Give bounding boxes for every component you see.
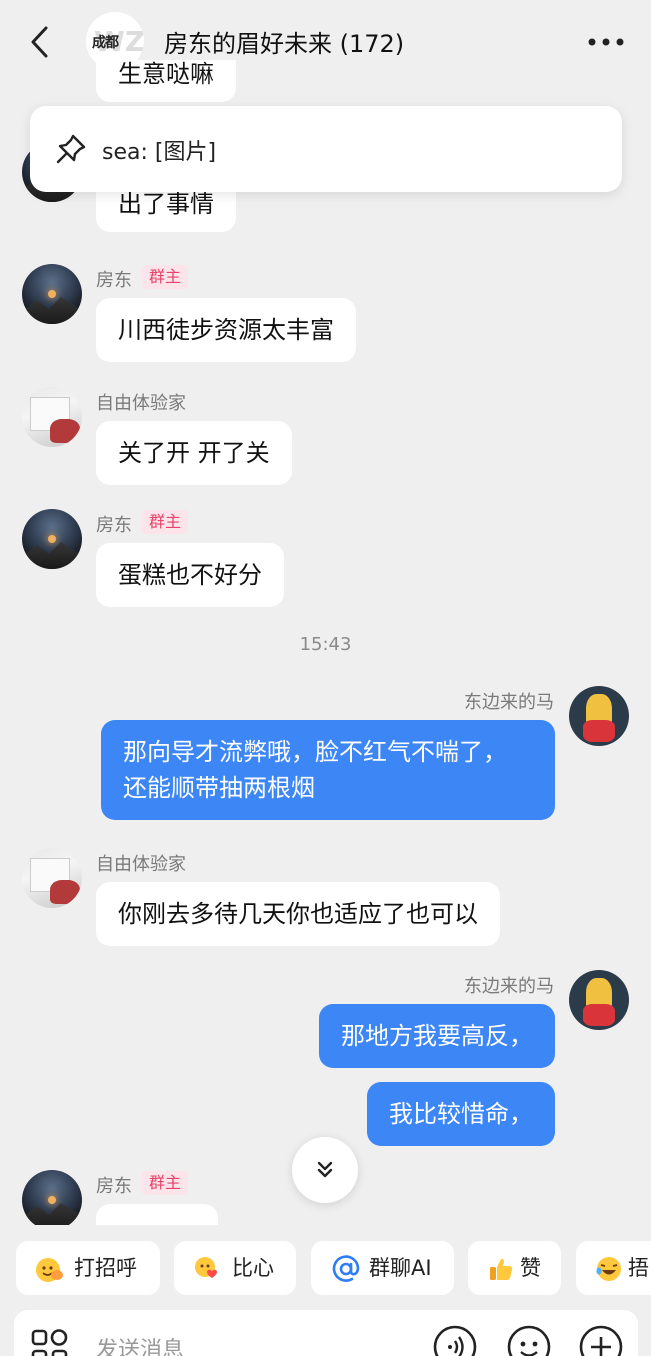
- quick-action-laugh[interactable]: 捂: [576, 1241, 651, 1295]
- owner-badge: 群主: [142, 265, 189, 289]
- thumbs-up-icon: [490, 1258, 513, 1280]
- message-input[interactable]: 发送消息: [96, 1332, 184, 1356]
- quick-action-label: 赞: [520, 1256, 541, 1280]
- avatar[interactable]: [22, 1170, 82, 1225]
- avatar[interactable]: [569, 970, 629, 1030]
- scroll-to-bottom-button[interactable]: [292, 1137, 358, 1203]
- message-bubble[interactable]: 生意哒嘛: [96, 60, 236, 102]
- quick-action-label: 比心: [232, 1256, 274, 1280]
- quick-action-heart[interactable]: 比心: [174, 1241, 296, 1295]
- sender-name: 房东: [96, 515, 132, 536]
- message-line: 还能顺带抽两根烟: [123, 774, 315, 802]
- sender-name: 自由体验家: [96, 854, 186, 875]
- laugh-cry-emoji-icon: [596, 1257, 621, 1281]
- avatar[interactable]: [22, 848, 82, 908]
- quick-reply-bar: 打招呼 比心 群聊AI 赞 捂: [0, 1236, 651, 1300]
- message-input-bar: 发送消息: [14, 1310, 638, 1356]
- my-message-bubble[interactable]: 那向导才流弊哦，脸不红气不喘了， 还能顺带抽两根烟: [101, 720, 555, 820]
- owner-badge: 群主: [142, 510, 189, 534]
- chat-title[interactable]: 房东的眉好未来 (172): [164, 24, 404, 59]
- owner-badge: 群主: [142, 1171, 189, 1195]
- message-bubble[interactable]: 川西徒步资源太丰富: [96, 298, 356, 362]
- plus-icon[interactable]: [578, 1324, 624, 1356]
- double-chevron-down-icon: [317, 1161, 333, 1178]
- sender-name: 东边来的马: [464, 692, 554, 713]
- emoji-icon[interactable]: [506, 1324, 552, 1356]
- message-bubble[interactable]: 你刚去多待几天你也适应了也可以: [96, 882, 500, 946]
- pin-icon: [56, 134, 86, 164]
- sender-name: 自由体验家: [96, 393, 186, 414]
- quick-action-label: 打招呼: [74, 1256, 137, 1280]
- quick-action-like[interactable]: 赞: [468, 1241, 561, 1295]
- sender-name: 房东: [96, 1176, 132, 1197]
- voice-icon[interactable]: [432, 1324, 478, 1356]
- quick-action-group-ai[interactable]: 群聊AI: [311, 1241, 454, 1295]
- my-message-bubble[interactable]: 我比较惜命，: [367, 1082, 555, 1146]
- group-logo-text: 成都: [92, 35, 119, 51]
- message-bubble[interactable]: 关了开 开了关: [96, 421, 292, 485]
- message-bubble[interactable]: [96, 1204, 218, 1225]
- sender-name: 房东: [96, 270, 132, 291]
- avatar[interactable]: [22, 509, 82, 569]
- at-icon: [332, 1255, 360, 1282]
- pinned-text: sea: [图片]: [102, 140, 217, 165]
- message-line: 那向导才流弊哦，脸不红气不喘了，: [123, 738, 507, 766]
- heart-hand-emoji-icon: [195, 1257, 217, 1278]
- sender-name: 东边来的马: [464, 976, 554, 997]
- wave-emoji-icon: [36, 1258, 63, 1282]
- avatar[interactable]: [22, 264, 82, 324]
- my-message-bubble[interactable]: 那地方我要高反，: [319, 1004, 555, 1068]
- more-dots-icon[interactable]: [584, 28, 628, 56]
- quick-action-label: 群聊AI: [369, 1256, 432, 1280]
- apps-grid-icon[interactable]: [30, 1328, 70, 1356]
- chevron-left-icon[interactable]: [24, 22, 56, 62]
- quick-action-label: 捂: [628, 1256, 649, 1280]
- pinned-message-card[interactable]: sea: [图片]: [30, 106, 622, 192]
- quick-action-greet[interactable]: 打招呼: [16, 1241, 160, 1295]
- message-list[interactable]: 生意哒嘛 出了事情 房东 群主 川西徒步资源太丰富 自由体验家 关了开 开了关 …: [0, 60, 651, 1225]
- avatar[interactable]: [22, 387, 82, 447]
- message-bubble[interactable]: 蛋糕也不好分: [96, 543, 284, 607]
- timestamp: 15:43: [299, 634, 352, 655]
- avatar[interactable]: [569, 686, 629, 746]
